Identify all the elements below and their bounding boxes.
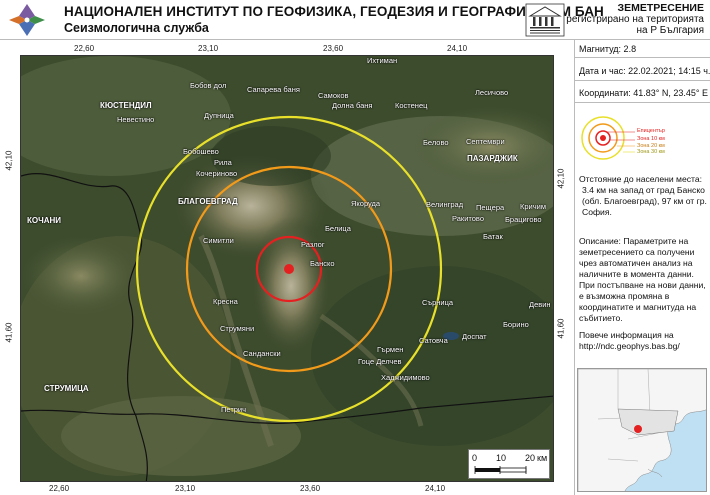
place-label: Белово [423,138,449,147]
distance-heading: Отстояние до населени места: [579,174,703,184]
place-label: Костенец [395,101,428,110]
place-label: Рила [214,158,232,167]
tick-right-2: 41,60 [556,318,566,339]
place-label: Струмяни [220,324,255,333]
legend-zone-30: Зона 30 км [637,149,665,155]
place-label: Сатовча [419,336,448,345]
place-label: Бобов дол [190,81,227,90]
info-panel: Магнитуд: 2.8 Дата и час: 22.02.2021; 14… [574,40,710,495]
divider [575,57,710,58]
epicenter-zones [135,115,443,423]
place-label: Банско [310,259,335,268]
place-label: Дупница [204,111,234,120]
place-label: КЮСТЕНДИЛ [100,101,152,110]
place-label: Кресна [213,297,238,306]
inset-epicenter-marker [634,425,642,433]
place-label: Невестино [117,115,155,124]
place-label: Батак [483,232,503,241]
place-label: Хаджидимово [381,373,430,382]
location-inset-map [577,368,707,492]
zone-legend: Епицентър Зона 10 км Зона 20 км Зона 30 … [579,115,709,165]
place-label: Лесичово [475,88,509,97]
tick-top-4: 24,10 [447,44,468,53]
tick-top-3: 23,60 [323,44,344,53]
place-label: КОЧАНИ [27,216,62,225]
place-label: Гърмен [377,345,404,354]
tick-bottom-3: 23,60 [300,484,321,493]
place-label: Петрич [221,405,247,414]
event-registered-line: регистрирано на територията [566,14,704,25]
coordinates-value: Координати: 41.83° N, 23.45° E [579,88,709,98]
place-label: Ихтиман [367,56,398,65]
event-heading: ЗЕМЕТРЕСЕНИЕ [617,2,704,14]
inset-map-shapes [578,369,706,491]
header: НАЦИОНАЛЕН ИНСТИТУТ ПО ГЕОФИЗИКА, ГЕОДЕЗ… [0,0,710,40]
divider [575,80,710,81]
place-label: Доспат [462,332,487,341]
tick-left-2: 41,60 [4,322,14,343]
datetime-value: Дата и час: 22.02.2021; 14:15 ч. [579,66,710,76]
place-label: Кочериново [196,169,238,178]
divider [575,102,710,103]
scale-bar: 0 10 20 км [468,449,550,479]
place-label: Белица [325,224,351,233]
tick-top-1: 22,60 [74,44,95,53]
more-info-link[interactable]: http://ndc.geophys.bas.bg/ [579,341,709,352]
place-label: СТРУМИЦА [44,384,89,393]
place-label: Сърница [422,298,454,307]
place-label: Кричим [520,202,546,211]
satellite-map[interactable]: Ихтиман КЮСТЕНДИЛ Бобов дол Сапарева бан… [20,55,554,482]
place-label: Борино [503,320,529,329]
more-info-label: Повече информация на [579,330,674,340]
place-label: ПАЗАРДЖИК [467,154,518,163]
magnitude-value: Магнитуд: 2.8 [579,44,637,54]
place-label: Сандански [243,349,281,358]
description-text: Описание: Параметрите на земетресението … [579,236,706,323]
page-subtitle: Сеизмологична служба [64,21,209,35]
tick-right-1: 42,10 [556,168,566,189]
bas-academy-logo-icon [525,3,565,37]
place-label: Брацигово [505,215,542,224]
place-label: Пещера [476,203,505,212]
distance-text: 3.4 км на запад от град Банско (обл. Бла… [582,185,707,217]
place-label: Септември [466,137,505,146]
tick-top-2: 23,10 [198,44,219,53]
place-label: Якоруда [351,199,381,208]
legend-epicenter: Епицентър [637,128,665,134]
place-label: Симитли [203,236,234,245]
institute-logo-icon [9,4,45,36]
place-label: Гоце Делчев [358,357,402,366]
tick-bottom-2: 23,10 [175,484,196,493]
epicenter-marker[interactable] [284,264,294,274]
place-label: Ракитово [452,214,484,223]
scale-ruler [474,466,527,474]
tick-bottom-1: 22,60 [49,484,70,493]
tick-bottom-4: 24,10 [425,484,446,493]
place-label: Девин [529,300,551,309]
place-label: Долна баня [332,101,373,110]
place-label: Самоков [318,91,349,100]
place-label: Бобошево [183,147,219,156]
place-label: Сапарева баня [247,85,300,94]
event-registration-note: ЗЕМЕТРЕСЕНИЕ регистрирано на територията… [566,2,704,37]
legend-zone-10: Зона 10 км [637,136,665,142]
event-country-line: на Р България [636,25,704,36]
place-label: БЛАГОЕВГРАД [178,197,238,206]
place-label: Велинград [426,200,464,209]
place-label: Разлог [301,240,325,249]
tick-left-1: 42,10 [4,150,14,171]
